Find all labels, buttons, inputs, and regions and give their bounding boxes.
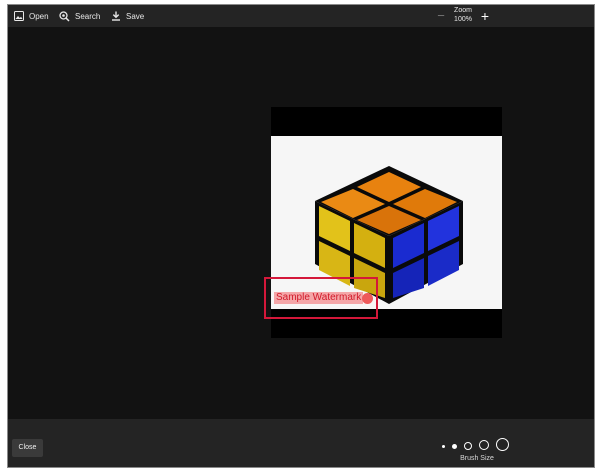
search-label: Search	[75, 11, 101, 21]
editing-canvas[interactable]: Sample Watermark	[8, 27, 594, 419]
zoom-value: 100%	[454, 16, 472, 23]
brush-size-label: Brush Size	[460, 455, 494, 462]
close-button[interactable]: Close	[12, 439, 43, 457]
save-label: Save	[126, 11, 145, 21]
search-icon	[59, 10, 70, 22]
top-toolbar: Open Search Save − Zoom 100% +	[8, 5, 594, 27]
brush-size-s[interactable]	[452, 444, 457, 449]
open-label: Open	[29, 11, 49, 21]
save-button[interactable]: Save	[111, 5, 144, 27]
zoom-in-button[interactable]: +	[479, 8, 491, 24]
watermark-remover-window: Open Search Save − Zoom 100% + Sample Wa…	[7, 4, 595, 468]
zoom-out-button[interactable]: −	[435, 9, 447, 23]
search-button[interactable]: Search	[59, 5, 100, 27]
bottom-toolbar: Close Brush Size	[8, 419, 594, 467]
zoom-indicator: Zoom 100%	[448, 6, 478, 24]
watermark-selection-box[interactable]	[264, 277, 378, 319]
download-icon	[112, 11, 120, 21]
brush-size-xl[interactable]	[496, 438, 509, 451]
brush-size-l[interactable]	[479, 440, 489, 450]
image-icon	[14, 11, 24, 21]
brush-size-m[interactable]	[464, 442, 472, 450]
brush-size-xs[interactable]	[442, 445, 445, 448]
zoom-label: Zoom	[454, 7, 472, 14]
open-button[interactable]: Open	[14, 5, 49, 27]
